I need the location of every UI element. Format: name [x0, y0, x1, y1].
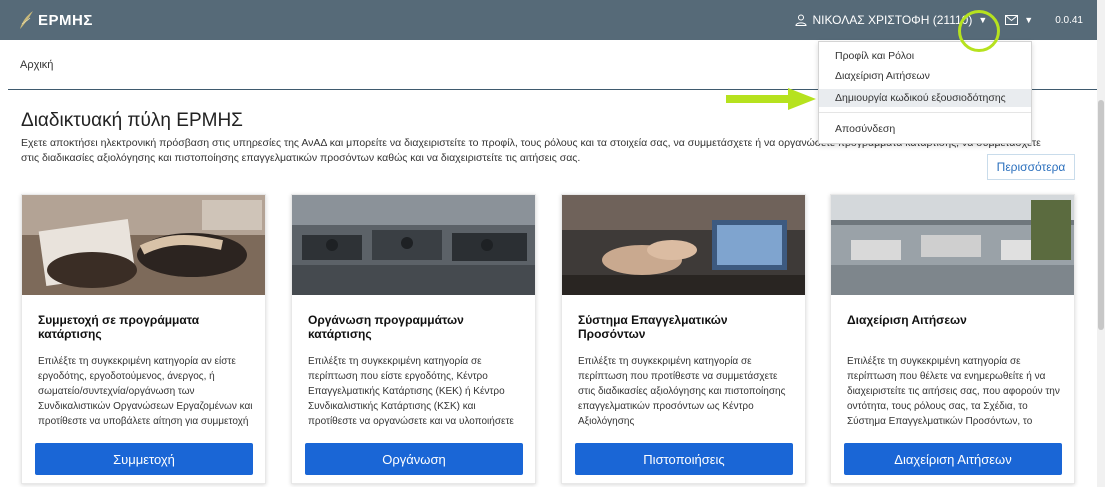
caret-down-icon: ▼: [1024, 15, 1034, 25]
user-name: ΝΙΚΟΛΑΣ ΧΡΙΣΤΟΦΗ (21110): [812, 13, 973, 27]
card-title: Οργάνωση προγραμμάτων κατάρτισης: [308, 313, 464, 341]
scrollbar-thumb[interactable]: [1098, 100, 1104, 330]
card-description: Επιλέξτε τη συγκεκριμένη κατηγορία σε πε…: [308, 356, 514, 427]
card-participation: Συμμετοχή σε προγράμματα κατάρτισης Επιλ…: [21, 194, 266, 484]
card-title: Διαχείριση Αιτήσεων: [847, 313, 967, 327]
card-description: Επιλέξτε τη συγκεκριμένη κατηγορία σε πε…: [578, 356, 786, 427]
card-image-office: [292, 195, 535, 295]
menu-divider: [819, 112, 1031, 113]
annotation-arrow-icon: [726, 88, 816, 110]
card-title: Συμμετοχή σε προγράμματα κατάρτισης: [38, 313, 200, 341]
menu-item-create-auth-code[interactable]: Δημιουργία κωδικού εξουσιοδότησης: [819, 89, 1031, 107]
card-image-meeting: [562, 195, 805, 295]
card-description: Επιλέξτε τη συγκεκριμένη κατηγορία αν εί…: [38, 356, 253, 427]
envelope-icon: [1005, 15, 1019, 25]
card-qualifications: Σύστημα Επαγγελματικών Προσόντων Επιλέξτ…: [561, 194, 806, 484]
organization-button[interactable]: Οργάνωση: [305, 443, 523, 475]
card-applications: Διαχείριση Αιτήσεων Επιλέξτε τη συγκεκρι…: [830, 194, 1075, 484]
breadcrumb-home[interactable]: Αρχική: [20, 59, 53, 71]
menu-item-profile[interactable]: Προφίλ και Ρόλοι: [819, 47, 1031, 65]
card-image-handshake: [22, 195, 265, 295]
brand-logo[interactable]: ΕΡΜΗΣ: [18, 10, 93, 30]
annotation-circle: [958, 10, 1000, 52]
card-organization: Οργάνωση προγραμμάτων κατάρτισης Επιλέξτ…: [291, 194, 536, 484]
user-icon: [795, 14, 807, 26]
certifications-button[interactable]: Πιστοποιήσεις: [575, 443, 793, 475]
messages-menu-toggle[interactable]: ▼: [1005, 15, 1033, 25]
feather-logo-icon: [20, 11, 33, 29]
brand-name: ΕΡΜΗΣ: [38, 11, 93, 29]
user-dropdown-menu: Προφίλ και Ρόλοι Διαχείριση Αιτήσεων Δημ…: [818, 41, 1032, 144]
card-image-openspace: [831, 195, 1074, 295]
manage-applications-button[interactable]: Διαχείριση Αιτήσεων: [844, 443, 1062, 475]
page-scrollbar[interactable]: [1097, 0, 1105, 487]
card-description: Επιλέξτε τη συγκεκριμένη κατηγορία σε πε…: [847, 356, 1060, 427]
menu-item-logout[interactable]: Αποσύνδεση: [819, 120, 1031, 138]
card-title: Σύστημα Επαγγελματικών Προσόντων: [578, 313, 728, 341]
page-title: Διαδικτυακή πύλη ΕΡΜΗΣ: [21, 110, 243, 131]
navbar-right: ΝΙΚΟΛΑΣ ΧΡΙΣΤΟΦΗ (21110) ▼ ▼ 0.0.41: [795, 0, 1097, 40]
participation-button[interactable]: Συμμετοχή: [35, 443, 253, 475]
app-version: 0.0.41: [1055, 14, 1083, 26]
more-button[interactable]: Περισσότερα: [987, 154, 1075, 180]
top-navbar: ΕΡΜΗΣ ΝΙΚΟΛΑΣ ΧΡΙΣΤΟΦΗ (21110) ▼ ▼ 0.0.4…: [0, 0, 1097, 40]
menu-item-applications[interactable]: Διαχείριση Αιτήσεων: [819, 67, 1031, 85]
